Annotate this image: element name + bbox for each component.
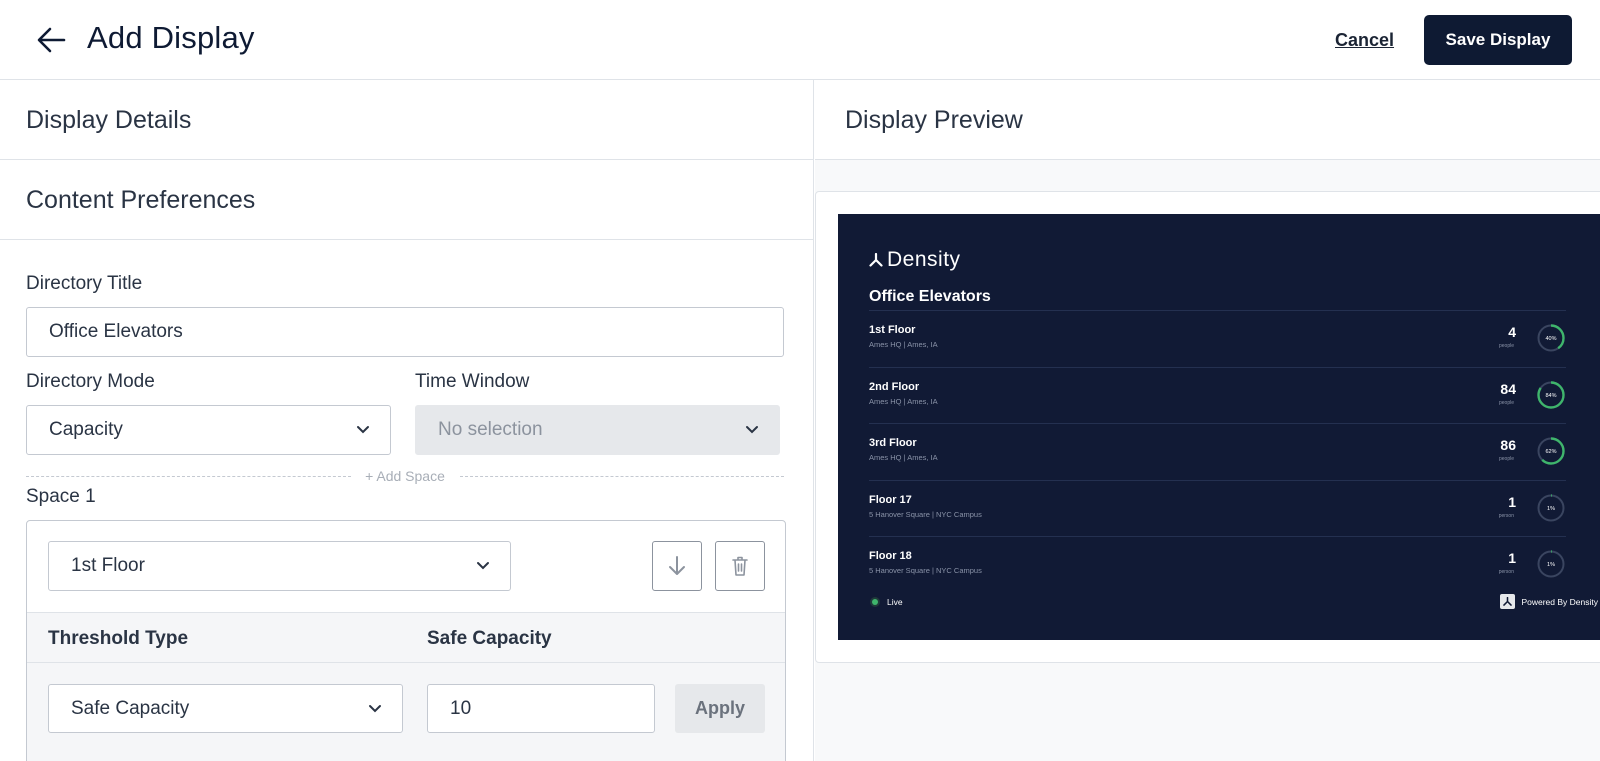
live-indicator: Live (872, 597, 903, 607)
save-display-button[interactable]: Save Display (1424, 15, 1572, 65)
svg-text:84%: 84% (1545, 393, 1556, 399)
content-preferences-section[interactable]: Content Preferences (0, 160, 814, 240)
occupancy-unit: people (1498, 399, 1514, 406)
space-name: 1st Floor (869, 324, 916, 336)
directory-mode-select[interactable]: Capacity (26, 405, 391, 455)
arrow-left-icon (37, 27, 66, 53)
chevron-down-icon (357, 426, 369, 434)
space-label: Space 1 (26, 486, 96, 507)
display-details-section[interactable]: Display Details (0, 80, 814, 160)
space-select[interactable]: 1st Floor (48, 541, 511, 591)
occupancy-count: 86 (1500, 437, 1516, 454)
move-down-button[interactable] (652, 541, 702, 591)
space-name: Floor 18 (869, 550, 912, 563)
space-card: 1st Floor Threshold Type Safe Capacity S… (26, 520, 786, 761)
space-location: 5 Hanover Square | NYC Campus (869, 509, 982, 519)
occupancy-count: 4 (1508, 324, 1516, 340)
threshold-type-select[interactable]: Safe Capacity (48, 684, 403, 733)
occupancy-unit: people (1498, 456, 1514, 463)
preview-frame: Density Office Elevators 1st Floor Ames … (815, 191, 1600, 663)
capacity-ring: 62% (1537, 437, 1565, 465)
select-value: Capacity (49, 419, 123, 440)
occupancy-count: 84 (1500, 380, 1516, 397)
svg-text:1%: 1% (1547, 563, 1555, 569)
back-button[interactable] (34, 24, 70, 56)
select-value: No selection (438, 419, 543, 440)
capacity-ring: 1% (1537, 494, 1565, 522)
density-logo-icon (1500, 594, 1516, 609)
space-name: 2nd Floor (869, 380, 920, 393)
section-title: Content Preferences (26, 186, 256, 214)
space-location: Ames HQ | Ames, IA (869, 453, 938, 463)
page-title: Add Display (87, 20, 255, 55)
select-value: Safe Capacity (71, 697, 190, 719)
threshold-header-row: Threshold Type Safe Capacity (27, 612, 785, 663)
occupancy-count: 1 (1508, 550, 1516, 567)
directory-title-input[interactable]: Office Elevators (26, 307, 784, 357)
divider (460, 476, 784, 477)
capacity-ring: 84% (1537, 380, 1565, 409)
occupancy-unit: person (1498, 569, 1514, 576)
trash-icon (732, 556, 748, 576)
safe-capacity-header: Safe Capacity (427, 628, 552, 649)
svg-text:1%: 1% (1547, 506, 1555, 512)
density-logo-icon (869, 253, 883, 267)
preview-row: 1st Floor Ames HQ | Ames, IA 4 people 40… (869, 310, 1566, 367)
display-preview-panel: Display Preview Density Office Elevators… (815, 80, 1600, 761)
time-window-select: No selection (415, 405, 780, 455)
display-form-panel: Display Details Content Preferences Dire… (0, 80, 814, 761)
svg-text:40%: 40% (1545, 336, 1556, 342)
safe-capacity-input[interactable]: 10 (427, 684, 655, 733)
space-name: Floor 17 (869, 493, 912, 506)
preview-row: 3rd Floor Ames HQ | Ames, IA 86 people 6… (869, 423, 1566, 480)
powered-label: Powered By Density (1521, 596, 1598, 607)
divider (26, 476, 351, 477)
occupancy-unit: people (1498, 343, 1514, 349)
live-label: Live (887, 597, 903, 607)
capacity-ring: 40% (1537, 324, 1565, 352)
preview-row: Floor 17 5 Hanover Square | NYC Campus 1… (869, 479, 1566, 537)
select-value: 1st Floor (71, 555, 145, 576)
occupancy-unit: person (1498, 512, 1514, 519)
brand: Density (869, 248, 961, 272)
occupancy-count: 1 (1508, 493, 1516, 510)
section-title: Display Details (26, 106, 192, 134)
delete-space-button[interactable] (715, 541, 765, 591)
space-location: 5 Hanover Square | NYC Campus (869, 566, 982, 576)
threshold-row: Safe Capacity 10 Apply (27, 663, 785, 761)
space-name: 3rd Floor (869, 437, 917, 450)
arrow-down-icon (669, 556, 685, 575)
time-window-label: Time Window (415, 371, 530, 392)
chevron-down-icon (746, 426, 758, 434)
cancel-link[interactable]: Cancel (1335, 30, 1394, 51)
capacity-ring: 1% (1537, 550, 1565, 579)
brand-name: Density (887, 248, 961, 271)
directory-title-label: Directory Title (26, 273, 143, 294)
threshold-type-header: Threshold Type (48, 628, 189, 649)
section-title: Display Preview (845, 106, 1023, 134)
preview-title: Office Elevators (869, 288, 991, 305)
space-location: Ames HQ | Ames, IA (869, 340, 938, 349)
add-space-button[interactable]: + Add Space (360, 468, 450, 484)
directory-preview: Density Office Elevators 1st Floor Ames … (838, 214, 1600, 640)
space-location: Ames HQ | Ames, IA (869, 396, 938, 406)
svg-text:62%: 62% (1545, 449, 1556, 455)
powered-by: Powered By Density (1500, 594, 1598, 609)
chevron-down-icon (369, 704, 381, 712)
live-dot-icon (872, 599, 878, 605)
preview-row: Floor 18 5 Hanover Square | NYC Campus 1… (869, 536, 1566, 593)
apply-button[interactable]: Apply (675, 684, 765, 733)
preview-row: 2nd Floor Ames HQ | Ames, IA 84 people 8… (869, 366, 1566, 424)
directory-mode-label: Directory Mode (26, 371, 155, 392)
top-bar: Add Display Cancel Save Display (0, 0, 1600, 80)
chevron-down-icon (477, 562, 489, 570)
display-preview-header: Display Preview (815, 80, 1600, 160)
preview-rows: 1st Floor Ames HQ | Ames, IA 4 people 40… (869, 310, 1566, 593)
